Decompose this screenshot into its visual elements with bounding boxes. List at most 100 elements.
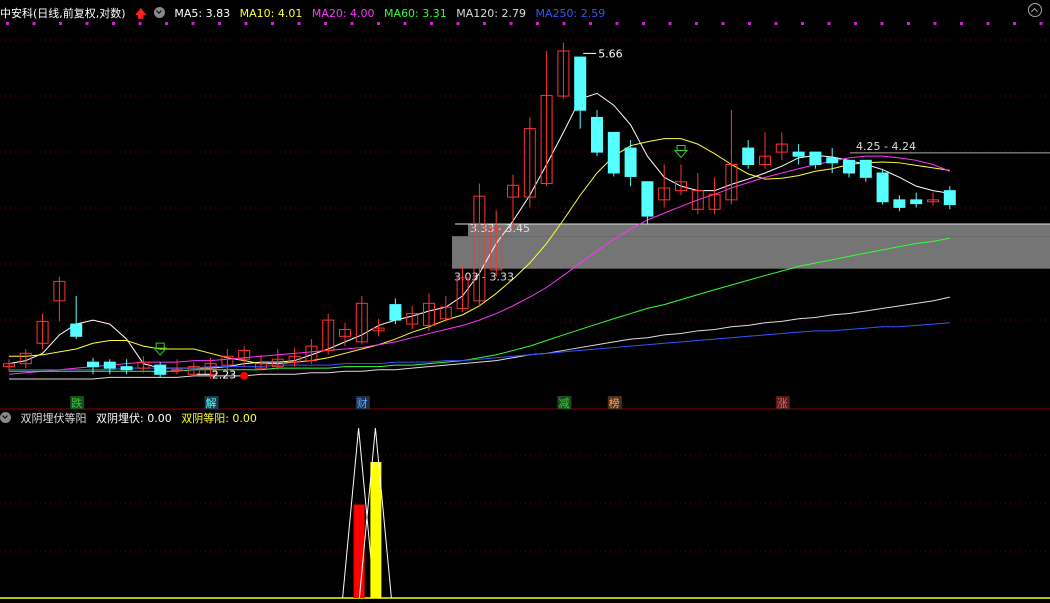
ma10-label: MA10: 4.01 xyxy=(239,7,303,20)
candle-body[interactable] xyxy=(910,199,923,205)
dot-marker xyxy=(721,22,725,25)
annotation-label: 2.23 xyxy=(212,368,237,381)
dot-marker xyxy=(774,22,778,25)
dropdown-icon[interactable] xyxy=(0,412,11,423)
candle-body[interactable] xyxy=(70,323,83,337)
dot-marker xyxy=(430,22,433,25)
dot-marker xyxy=(854,22,857,25)
candle-body[interactable] xyxy=(624,147,637,177)
dot-marker xyxy=(403,22,407,25)
sub-header: 双阴埋伏等阳 双阴埋伏: 0.00 双阴等阳: 0.00 xyxy=(0,411,263,427)
dot-marker xyxy=(615,22,619,25)
dot-marker xyxy=(589,22,592,25)
dot-marker xyxy=(483,22,486,25)
dot-marker xyxy=(801,22,804,25)
kline-chart[interactable]: 3.03 - 3.333.33 - 3.454.25 - 4.24 5.662.… xyxy=(0,0,1050,603)
signal-label: 榜 xyxy=(609,396,620,410)
candle-body[interactable] xyxy=(103,361,116,369)
dot-marker xyxy=(880,22,884,25)
signal-label: 财 xyxy=(357,396,368,410)
candle-body[interactable] xyxy=(742,147,755,165)
candle-body[interactable] xyxy=(876,172,889,203)
dot-marker xyxy=(377,22,380,25)
resistance-label: 4.25 - 4.24 xyxy=(856,140,916,153)
candle-body[interactable] xyxy=(87,361,99,368)
dot-marker xyxy=(244,22,248,25)
dot-marker xyxy=(536,22,539,25)
candle-body[interactable] xyxy=(843,159,855,174)
dot-marker xyxy=(933,22,937,25)
dot-marker xyxy=(827,22,831,25)
ma250-label: MA250: 2.59 xyxy=(535,7,606,20)
dot-marker xyxy=(509,22,513,25)
indicator-value-1: 双阴埋伏: 0.00 xyxy=(96,412,172,425)
dot-marker xyxy=(960,22,963,25)
collapse-icon[interactable] xyxy=(1028,3,1042,17)
dot-marker xyxy=(59,22,62,25)
signal-dot xyxy=(240,371,249,380)
dot-marker xyxy=(668,22,672,25)
dot-marker xyxy=(112,22,115,25)
dot-marker xyxy=(191,22,195,25)
grid-lines xyxy=(0,22,1050,552)
indicator-value-2: 双阴等阳: 0.00 xyxy=(181,412,257,425)
dot-marker xyxy=(218,22,221,25)
dot-marker xyxy=(6,22,9,25)
price-band xyxy=(468,223,1050,237)
main-header: 中安科(日线,前复权,对数) 🡅 MA5: 3.83 MA10: 4.01 MA… xyxy=(0,6,611,22)
signal-label: 跌 xyxy=(71,396,82,410)
annotations: 5.66 2.23 xyxy=(153,47,689,381)
arrow-down-icon xyxy=(673,144,689,159)
signal-labels[interactable]: 跌解财减榜涨 xyxy=(70,396,790,410)
candle-body[interactable] xyxy=(826,157,839,164)
candle-body[interactable] xyxy=(641,181,654,217)
dot-marker xyxy=(271,22,274,25)
dot-marker xyxy=(85,22,89,25)
candle-body[interactable] xyxy=(591,116,603,153)
dot-marker xyxy=(138,22,142,25)
candle-body[interactable] xyxy=(120,366,133,371)
dropdown-icon[interactable] xyxy=(153,7,165,18)
ma120-label: MA120: 2.79 xyxy=(456,7,526,20)
up-arrow-icon: 🡅 xyxy=(135,7,147,20)
ma-line-ma120 xyxy=(9,296,950,380)
indicator-bar[interactable] xyxy=(370,462,382,598)
candle-body[interactable] xyxy=(171,369,183,372)
signal-label: 涨 xyxy=(777,397,788,410)
dot-marker xyxy=(907,22,910,25)
dot-marker xyxy=(324,22,327,25)
annotation-label: 5.66 xyxy=(598,47,623,60)
ma60-label: MA60: 3.31 xyxy=(384,7,447,20)
candle-body[interactable] xyxy=(943,190,956,206)
dot-marker xyxy=(1013,22,1016,25)
candle-body[interactable] xyxy=(607,131,620,174)
candle-body[interactable] xyxy=(574,56,587,111)
candle-body[interactable] xyxy=(792,151,805,157)
stock-title[interactable]: 中安科(日线,前复权,对数) xyxy=(0,6,126,22)
dot-marker xyxy=(695,22,698,25)
signal-label: 解 xyxy=(206,396,217,410)
signal-label: 减 xyxy=(558,397,569,410)
dot-marker xyxy=(165,22,168,25)
dot-marker xyxy=(297,22,301,25)
dot-marker xyxy=(562,22,566,25)
dot-marker xyxy=(986,22,990,25)
price-band xyxy=(452,236,1050,269)
candle-body[interactable] xyxy=(154,364,167,375)
dot-marker xyxy=(350,22,354,25)
ma5-label: MA5: 3.83 xyxy=(174,7,231,20)
candle-body[interactable] xyxy=(809,151,822,165)
candle-body[interactable] xyxy=(389,304,402,321)
indicator-panel[interactable] xyxy=(0,427,1050,599)
dot-marker xyxy=(456,22,460,25)
indicator-name[interactable]: 双阴埋伏等阳 xyxy=(21,411,87,427)
candle-body[interactable] xyxy=(859,159,872,178)
candlesticks[interactable] xyxy=(3,42,956,379)
candle-body[interactable] xyxy=(893,199,906,208)
dot-marker xyxy=(642,22,645,25)
dot-marker xyxy=(1039,22,1043,25)
dot-marker xyxy=(748,22,751,25)
dot-marker xyxy=(32,22,36,25)
indicator-bar[interactable] xyxy=(353,504,365,599)
ma20-label: MA20: 4.00 xyxy=(311,7,375,20)
